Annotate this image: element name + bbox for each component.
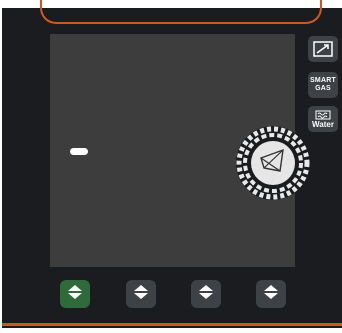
trend-button[interactable] <box>308 36 338 62</box>
adjust-button-2[interactable] <box>126 280 156 308</box>
adjust-button-4[interactable] <box>256 280 286 308</box>
selector-knob[interactable] <box>234 124 312 202</box>
control-panel: SMART GAS Water <box>0 0 342 333</box>
up-down-arrows-icon <box>197 283 215 306</box>
trend-arrow-icon <box>313 41 333 57</box>
water-button[interactable]: Water <box>308 106 338 132</box>
top-accent-arc <box>40 0 322 24</box>
up-down-arrows-icon <box>132 283 150 306</box>
up-down-arrows-icon <box>66 283 84 306</box>
smart-gas-label-line1: SMART <box>310 77 336 84</box>
screen-cursor <box>70 148 88 155</box>
up-down-arrows-icon <box>262 283 280 306</box>
water-waves-icon <box>315 110 331 120</box>
adjust-button-1[interactable] <box>60 280 90 308</box>
smart-gas-label-line2: GAS <box>315 85 331 92</box>
smart-gas-button[interactable]: SMART GAS <box>308 72 338 98</box>
water-label: Water <box>312 119 334 129</box>
bottom-accent-line <box>2 323 342 326</box>
adjust-button-3[interactable] <box>191 280 221 308</box>
